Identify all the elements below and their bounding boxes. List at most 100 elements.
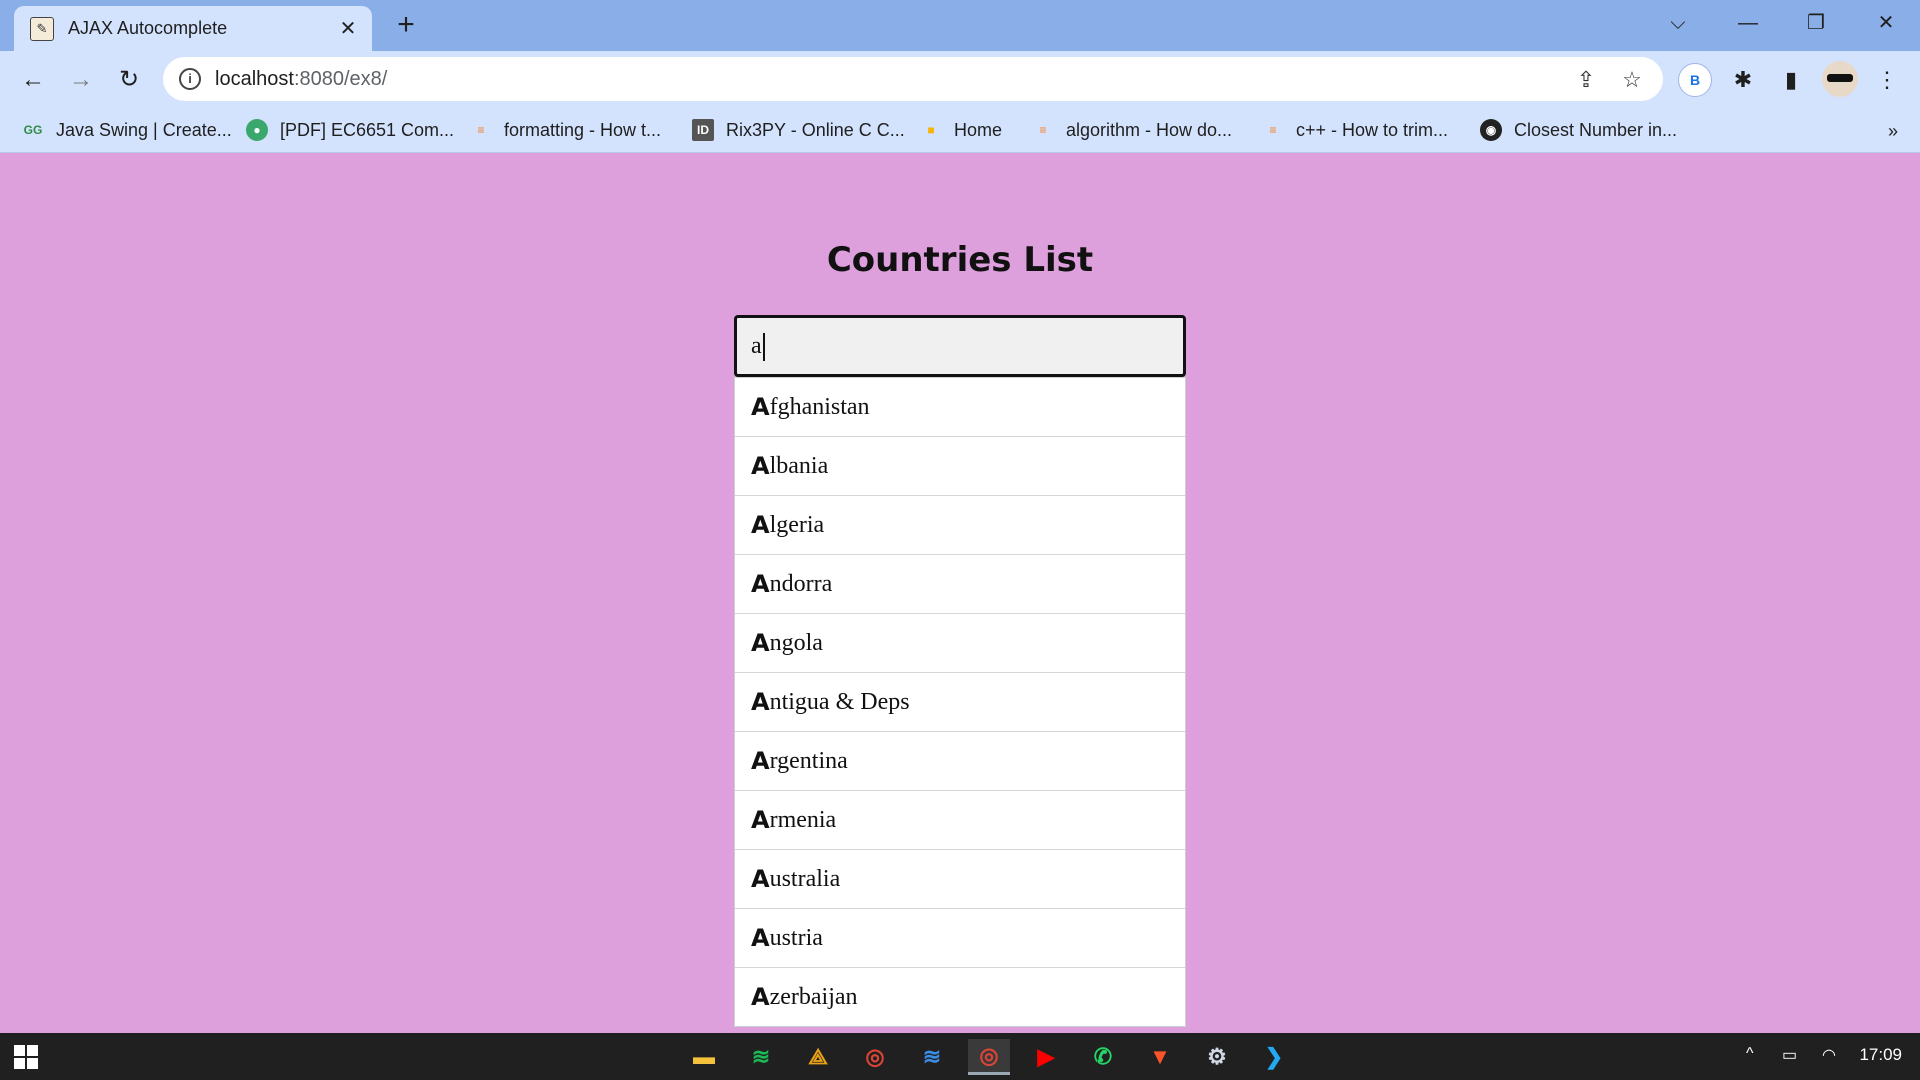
bookmark-label: c++ - How to trim... [1296,119,1449,140]
suggestion-item[interactable]: Azerbaijan [735,968,1185,1026]
browser-menu-icon[interactable]: ⋮ [1870,63,1904,97]
country-search-input[interactable]: a [734,315,1186,377]
bookmark-label: [PDF] EC6651 Com... [280,119,455,140]
settings-icon: ⚙ [1207,1044,1227,1069]
suggestion-item[interactable]: Argentina [735,732,1185,791]
suggestion-rest: fghanistan [769,393,870,420]
suggestion-rest: lgeria [769,511,825,538]
taskbar-app-button[interactable]: ≋ [911,1039,953,1075]
url-path: :8080/ex8/ [293,67,388,90]
stackoverflow-icon: ≡ [1269,123,1277,137]
back-button[interactable]: ← [16,63,50,97]
wifi-icon[interactable]: ◠ [1822,1045,1836,1065]
spotify-icon: ≋ [751,1044,771,1069]
whatsapp-icon: ✆ [1093,1044,1113,1069]
bookmark-label: Home [954,119,1003,140]
suggestion-rest: ustralia [769,865,841,892]
bookmark-item[interactable]: ≡ formatting - How t... [470,115,661,145]
bookmark-item[interactable]: ■ Home [920,115,1002,145]
suggestion-item[interactable]: Albania [735,437,1185,496]
suggestion-match: A [751,983,770,1011]
taskbar-clock[interactable]: 17:09 [1859,1045,1902,1065]
suggestion-match: A [751,688,770,716]
bookmark-item[interactable]: ◉ Closest Number in... [1480,115,1677,145]
suggestion-match: A [751,511,770,539]
bookmark-star-icon[interactable]: ☆ [1619,67,1645,93]
bookmarks-bar: GG Java Swing | Create... ● [PDF] EC6651… [0,107,1920,153]
youtube-icon: ▶ [1037,1044,1055,1069]
suggestion-match: A [751,452,770,480]
url-host: localhost [215,67,294,90]
windows-taskbar: ▬ ≋ ⟁ ◎ ≋ ◎ ▶ ✆ ▼ ⚙ ❯ ^ ▭ ◠ 17:09 [0,1033,1920,1080]
taskbar-app-button[interactable]: ◎ [854,1039,896,1075]
windows-start-icon[interactable] [14,1045,38,1069]
suggestion-rest: ntigua & Deps [769,688,910,715]
suggestion-item[interactable]: Afghanistan [735,378,1185,437]
new-tab-button[interactable]: + [390,10,422,42]
tab-close-icon[interactable]: ✕ [336,17,360,41]
tab-title: AJAX Autocomplete [68,18,228,38]
chrome-active-icon: ◎ [979,1042,999,1068]
bookmark-item[interactable]: ID Rix3PY - Online C C... [692,115,905,145]
taskbar-app-button[interactable]: ▼ [1139,1039,1181,1075]
suggestion-item[interactable]: Australia [735,850,1185,909]
search-input-value: a [751,333,762,359]
bookmark-label: Rix3PY - Online C C... [726,119,905,140]
tab-search-chevron-icon[interactable]: ⌵ [1654,8,1702,38]
taskbar-app-button[interactable]: ⟁ [797,1039,839,1075]
battery-icon[interactable]: ▭ [1782,1045,1797,1065]
suggestion-rest: rgentina [769,747,848,774]
globe-color-icon: ● [246,119,268,141]
suggestion-match: A [751,806,770,834]
tray-chevron-icon[interactable]: ^ [1746,1045,1754,1063]
bookmarks-overflow-icon[interactable]: » [1888,121,1898,142]
site-info-icon[interactable]: i [179,68,201,90]
bookmark-item[interactable]: ≡ algorithm - How do... [1032,115,1232,145]
browser-toolbar: ← → ↻ i localhost:8080/ex8/ ⇪ ☆ B ✱ ▮ ⋮ [0,51,1920,107]
avatar[interactable] [1822,61,1858,97]
taskbar-app-button[interactable]: ◎ [968,1039,1010,1075]
side-panel-icon[interactable]: ▮ [1774,63,1808,97]
extensions-icon[interactable]: ✱ [1726,63,1760,97]
restore-button[interactable]: ❐ [1792,8,1840,38]
autocomplete-list: Afghanistan Albania Algeria Andorra Ango… [734,377,1186,1027]
close-window-button[interactable]: ✕ [1862,8,1910,38]
forward-button[interactable]: → [64,63,98,97]
address-bar[interactable]: i localhost:8080/ex8/ ⇪ ☆ [163,57,1663,101]
page-title: Countries List [826,240,1094,280]
bookmark-label: formatting - How t... [504,119,662,140]
suggestion-item[interactable]: Antigua & Deps [735,673,1185,732]
suggestion-item[interactable]: Angola [735,614,1185,673]
bookmark-item[interactable]: ≡ c++ - How to trim... [1262,115,1448,145]
suggestion-match: A [751,629,770,657]
suggestion-rest: rmenia [769,806,837,833]
suggestion-rest: ngola [769,629,823,656]
tab-strip: ✎ AJAX Autocomplete ✕ + ⌵ — ❐ ✕ [0,0,1920,51]
suggestion-rest: ustria [769,924,823,951]
taskbar-app-button[interactable]: ⚙ [1196,1039,1238,1075]
taskbar-app-button[interactable]: ✆ [1082,1039,1124,1075]
bookmark-item[interactable]: ● [PDF] EC6651 Com... [246,115,454,145]
stackoverflow-icon: ≡ [1039,123,1047,137]
suggestion-item[interactable]: Austria [735,909,1185,968]
suggestion-match: A [751,865,770,893]
gfg-icon: GG [23,123,43,137]
suggestion-rest: lbania [769,452,829,479]
suggestion-match: A [751,570,770,598]
profile-b-button[interactable]: B [1678,63,1712,97]
taskbar-app-button[interactable]: ❯ [1253,1039,1295,1075]
taskbar-app-button[interactable]: ▶ [1025,1039,1067,1075]
bookmark-item[interactable]: GG Java Swing | Create... [22,115,232,145]
minimize-button[interactable]: — [1724,8,1772,38]
share-icon[interactable]: ⇪ [1573,67,1599,93]
suggestion-item[interactable]: Andorra [735,555,1185,614]
suggestion-item[interactable]: Algeria [735,496,1185,555]
bookmark-label: Closest Number in... [1514,119,1678,140]
reload-button[interactable]: ↻ [112,63,146,97]
tab-active[interactable]: ✎ AJAX Autocomplete ✕ [14,6,372,51]
suggestion-item[interactable]: Armenia [735,791,1185,850]
bookmark-label: algorithm - How do... [1066,119,1233,140]
taskbar-app-button[interactable]: ≋ [740,1039,782,1075]
taskbar-app-button[interactable]: ▬ [683,1039,725,1075]
file-explorer-icon: ▬ [693,1044,715,1069]
